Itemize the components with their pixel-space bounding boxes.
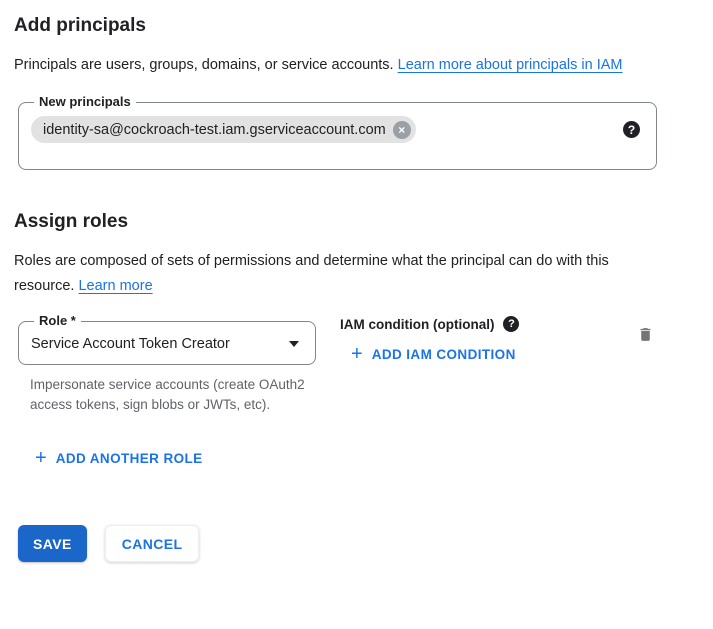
principals-description: Principals are users, groups, domains, o… <box>14 53 666 78</box>
iam-condition-help-icon[interactable]: ? <box>503 316 519 332</box>
save-button[interactable]: SAVE <box>18 525 87 562</box>
dropdown-arrow-icon <box>289 341 299 347</box>
chip-close-icon[interactable]: × <box>393 121 411 139</box>
role-selected-value: Service Account Token Creator <box>31 336 230 352</box>
role-row: Role * Service Account Token Creator Imp… <box>14 313 713 415</box>
role-helper-text: Impersonate service accounts (create OAu… <box>30 375 316 415</box>
learn-more-principals-link[interactable]: Learn more about principals in IAM <box>398 57 623 73</box>
add-another-role-button[interactable]: + ADD ANOTHER ROLE <box>35 449 203 467</box>
delete-role-button[interactable] <box>637 325 654 347</box>
iam-condition-label: IAM condition (optional) <box>340 317 494 332</box>
add-principals-panel: Add principals Principals are users, gro… <box>0 0 713 562</box>
role-select-value-row[interactable]: Service Account Token Creator <box>31 336 303 352</box>
role-select-field[interactable]: Role * Service Account Token Creator <box>18 313 316 365</box>
add-another-role-label: ADD ANOTHER ROLE <box>56 451 203 466</box>
role-select-label: Role * <box>34 313 81 329</box>
footer-actions: SAVE CANCEL <box>18 525 713 562</box>
principals-help-icon[interactable]: ? <box>623 121 640 138</box>
roles-description: Roles are composed of sets of permission… <box>14 249 666 299</box>
add-iam-condition-label: ADD IAM CONDITION <box>372 347 516 362</box>
role-column: Role * Service Account Token Creator Imp… <box>18 313 316 415</box>
assign-roles-title: Assign roles <box>14 210 713 234</box>
principal-chip-label: identity-sa@cockroach-test.iam.gservicea… <box>43 122 386 138</box>
cancel-button[interactable]: CANCEL <box>105 525 200 562</box>
plus-icon: + <box>35 449 47 467</box>
principal-chip[interactable]: identity-sa@cockroach-test.iam.gservicea… <box>31 116 416 143</box>
principals-description-text: Principals are users, groups, domains, o… <box>14 57 398 73</box>
plus-icon: + <box>351 345 363 363</box>
page-title: Add principals <box>14 14 713 38</box>
new-principals-field[interactable]: New principals identity-sa@cockroach-tes… <box>18 94 657 170</box>
new-principals-label: New principals <box>34 94 136 110</box>
add-iam-condition-button[interactable]: + ADD IAM CONDITION <box>351 345 516 363</box>
learn-more-roles-link[interactable]: Learn more <box>78 278 152 294</box>
iam-condition-column: IAM condition (optional) ? + ADD IAM CON… <box>340 313 519 365</box>
trash-icon <box>637 325 654 344</box>
